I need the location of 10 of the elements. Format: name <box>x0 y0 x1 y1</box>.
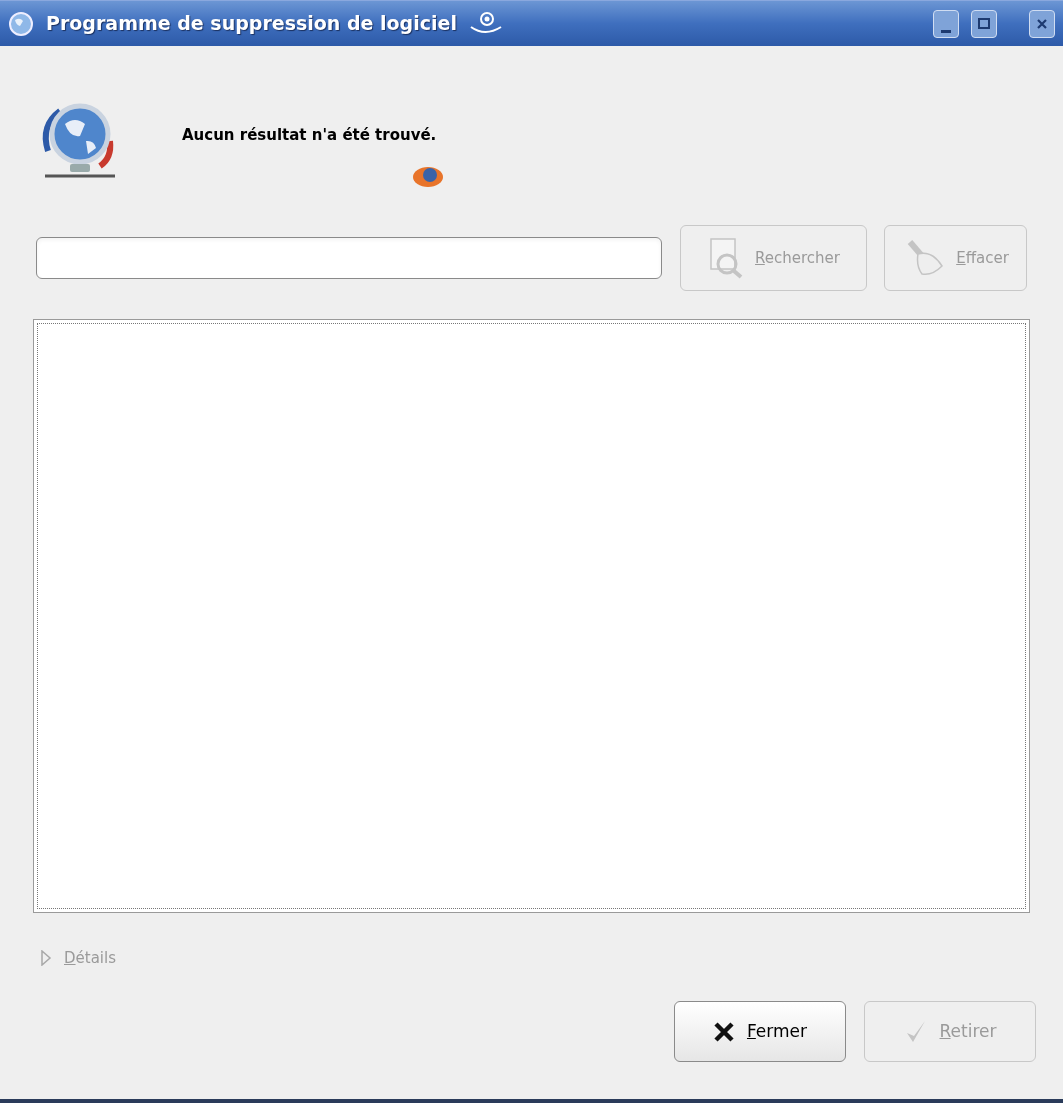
window-title: Programme de suppression de logiciel <box>46 11 457 37</box>
status-message: Aucun résultat n'a été trouvé. <box>182 125 438 146</box>
dialog-button[interactable]: Fermer <box>674 1001 846 1062</box>
close-icon <box>1036 17 1048 30</box>
close-button[interactable] <box>1029 9 1055 38</box>
x-icon <box>713 1020 735 1043</box>
minimize-button[interactable] <box>933 9 959 38</box>
maximize-button[interactable] <box>971 9 997 38</box>
search-field[interactable] <box>36 237 662 279</box>
globe-icon <box>8 10 34 37</box>
